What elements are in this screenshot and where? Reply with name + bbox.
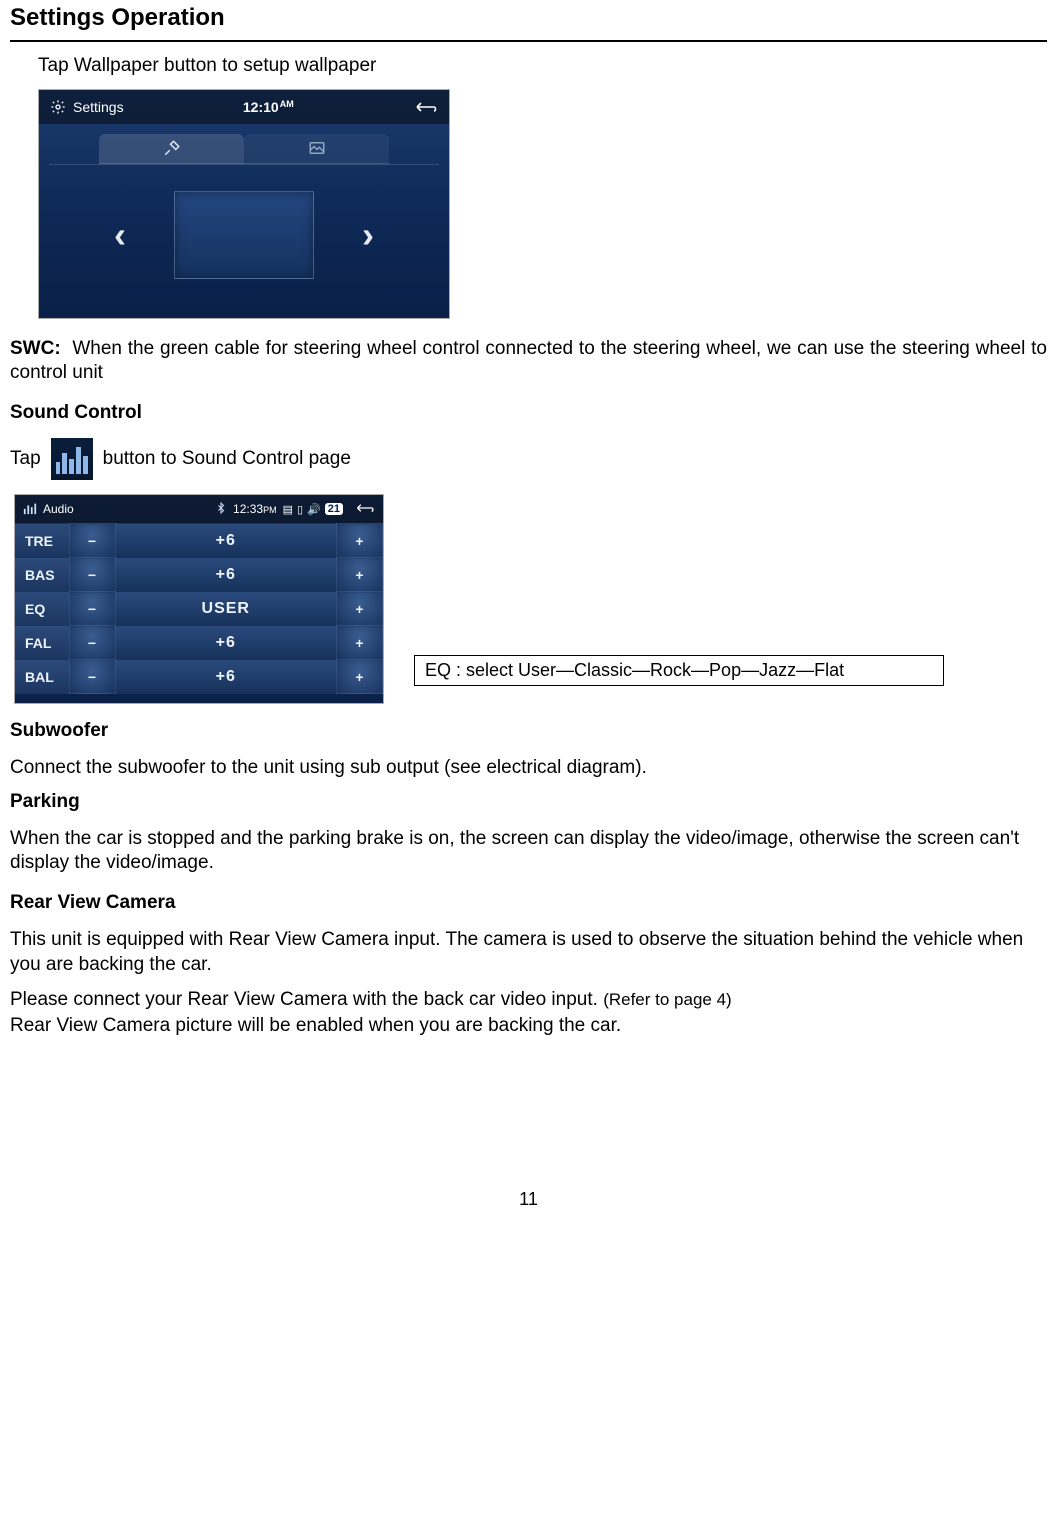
audio-title: Audio bbox=[43, 502, 209, 516]
settings-time: 12:10AM bbox=[124, 99, 413, 115]
rear-view-heading: Rear View Camera bbox=[10, 892, 1047, 914]
plus-button[interactable]: + bbox=[337, 558, 383, 592]
audio-row-label: TRE bbox=[15, 524, 69, 558]
swc-text: When the green cable for steering wheel … bbox=[10, 338, 1047, 384]
sound-control-heading: Sound Control bbox=[10, 402, 1047, 424]
audio-row-label: EQ bbox=[15, 592, 69, 626]
wallpaper-preview[interactable] bbox=[174, 191, 314, 279]
minus-button[interactable]: − bbox=[69, 524, 115, 558]
audio-time: 12:33PM bbox=[233, 502, 277, 516]
usb-icon: ▯ bbox=[297, 503, 303, 516]
audio-row-value: +6 bbox=[115, 558, 337, 592]
settings-tabs bbox=[39, 128, 449, 164]
audio-row-tre: TRE−+6+ bbox=[15, 524, 383, 558]
plus-button[interactable]: + bbox=[337, 524, 383, 558]
bluetooth-icon bbox=[215, 502, 227, 517]
tab-wallpaper[interactable] bbox=[244, 134, 389, 164]
audio-topbar: Audio 12:33PM ▤ ▯ 🔊 21 bbox=[15, 495, 383, 523]
audio-row-value: USER bbox=[115, 592, 337, 626]
sd-icon: ▤ bbox=[283, 503, 293, 516]
minus-button[interactable]: − bbox=[69, 660, 115, 694]
gear-icon bbox=[49, 98, 67, 116]
sound-tap-row: Tap button to Sound Control page bbox=[10, 438, 1047, 480]
equalizer-bars-icon bbox=[23, 501, 37, 518]
equalizer-icon[interactable] bbox=[51, 438, 93, 480]
audio-row-label: BAL bbox=[15, 660, 69, 694]
rear-view-p2a: Please connect your Rear View Camera wit… bbox=[10, 989, 603, 1010]
volume-badge: 21 bbox=[325, 503, 343, 515]
sound-tap-suffix: button to Sound Control page bbox=[103, 448, 351, 470]
audio-time-suffix: PM bbox=[263, 505, 277, 515]
rear-view-p3: Rear View Camera picture will be enabled… bbox=[10, 1014, 1047, 1039]
minus-button[interactable]: − bbox=[69, 626, 115, 660]
wallpaper-chooser: ‹ › bbox=[39, 165, 449, 305]
audio-row-label: FAL bbox=[15, 626, 69, 660]
rear-view-p2: Please connect your Rear View Camera wit… bbox=[10, 988, 1047, 1013]
minus-button[interactable]: − bbox=[69, 592, 115, 626]
tab-tools[interactable] bbox=[99, 134, 244, 164]
minus-button[interactable]: − bbox=[69, 558, 115, 592]
status-icons: ▤ ▯ 🔊 21 bbox=[283, 503, 343, 516]
audio-row-value: +6 bbox=[115, 660, 337, 694]
wallpaper-instruction: Tap Wallpaper button to setup wallpaper bbox=[38, 54, 1047, 79]
rear-view-p1: This unit is equipped with Rear View Cam… bbox=[10, 928, 1047, 977]
audio-back-icon[interactable] bbox=[355, 502, 375, 516]
page-title: Settings Operation bbox=[10, 4, 1047, 32]
settings-wallpaper-screenshot: Settings 12:10AM ‹ › bbox=[38, 89, 450, 319]
parking-text: When the car is stopped and the parking … bbox=[10, 827, 1047, 876]
chevron-right-icon[interactable]: › bbox=[344, 204, 392, 266]
settings-time-value: 12:10 bbox=[243, 99, 279, 115]
audio-screenshot: Audio 12:33PM ▤ ▯ 🔊 21 TRE−+6+BAS−+6+EQ−… bbox=[14, 494, 384, 704]
back-icon[interactable] bbox=[413, 98, 439, 116]
audio-controls-table: TRE−+6+BAS−+6+EQ−USER+FAL−+6+BAL−+6+ bbox=[15, 523, 383, 694]
page-number: 11 bbox=[10, 1189, 1047, 1210]
plus-button[interactable]: + bbox=[337, 592, 383, 626]
subwoofer-text: Connect the subwoofer to the unit using … bbox=[10, 756, 1047, 781]
speaker-icon: 🔊 bbox=[307, 503, 321, 516]
plus-button[interactable]: + bbox=[337, 626, 383, 660]
swc-label: SWC: bbox=[10, 338, 61, 359]
audio-row-bal: BAL−+6+ bbox=[15, 660, 383, 694]
parking-heading: Parking bbox=[10, 791, 1047, 813]
picture-icon bbox=[308, 139, 326, 157]
audio-row-value: +6 bbox=[115, 626, 337, 660]
audio-time-value: 12:33 bbox=[233, 502, 263, 516]
eq-note: EQ : select User—Classic—Rock—Pop—Jazz—F… bbox=[414, 655, 944, 686]
tools-icon bbox=[163, 139, 181, 157]
audio-row-fal: FAL−+6+ bbox=[15, 626, 383, 660]
audio-row-bas: BAS−+6+ bbox=[15, 558, 383, 592]
chevron-left-icon[interactable]: ‹ bbox=[96, 204, 144, 266]
audio-row-value: +6 bbox=[115, 524, 337, 558]
swc-paragraph: SWC: When the green cable for steering w… bbox=[10, 337, 1047, 386]
audio-row-label: BAS bbox=[15, 558, 69, 592]
settings-title: Settings bbox=[73, 99, 124, 115]
subwoofer-heading: Subwoofer bbox=[10, 720, 1047, 742]
rear-view-p2b: (Refer to page 4) bbox=[603, 990, 732, 1009]
audio-row-eq: EQ−USER+ bbox=[15, 592, 383, 626]
sound-tap-prefix: Tap bbox=[10, 448, 41, 470]
plus-button[interactable]: + bbox=[337, 660, 383, 694]
settings-time-suffix: AM bbox=[280, 99, 294, 109]
settings-topbar: Settings 12:10AM bbox=[39, 90, 449, 124]
title-divider bbox=[10, 40, 1047, 42]
